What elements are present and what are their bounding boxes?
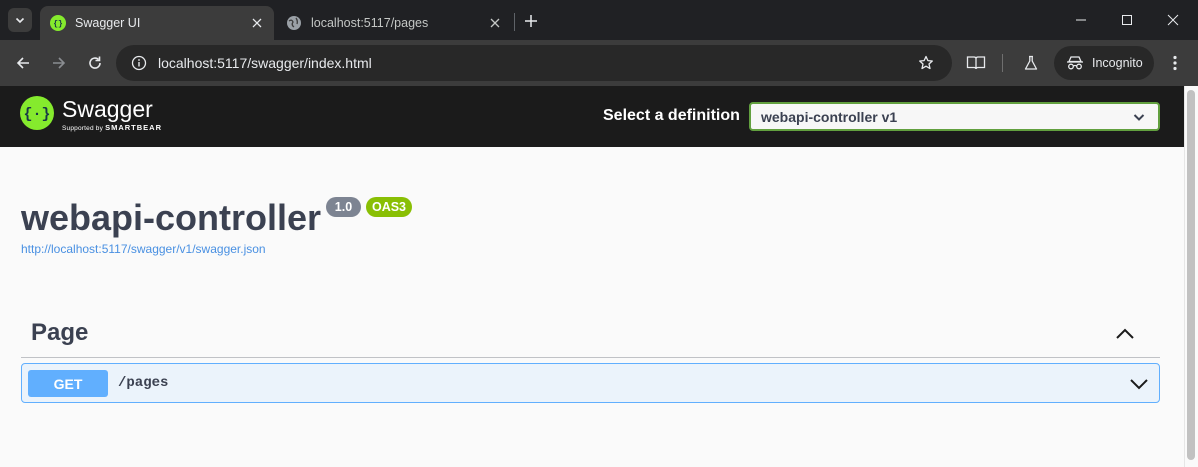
- section-header-page[interactable]: Page: [21, 315, 1160, 358]
- book-icon: [966, 56, 986, 70]
- operation-get-pages[interactable]: GET /pages: [21, 363, 1160, 403]
- tab-close-icon[interactable]: [248, 14, 266, 32]
- maximize-icon: [1122, 15, 1132, 25]
- tab-search-button[interactable]: [8, 8, 32, 32]
- tab-separator: [514, 13, 515, 31]
- chevron-down-icon[interactable]: [1129, 374, 1149, 394]
- chevron-up-icon[interactable]: [1114, 323, 1136, 345]
- swagger-brand-name: Swagger: [62, 96, 153, 122]
- forward-button[interactable]: [45, 49, 73, 77]
- globe-icon: [286, 15, 302, 31]
- swagger-brand-tagline: Supported by SMARTBEAR: [62, 123, 162, 132]
- site-info-icon[interactable]: [128, 52, 150, 74]
- tagline-prefix: Supported by: [62, 125, 104, 132]
- chevron-down-icon: [15, 17, 25, 24]
- swagger-logo[interactable]: {·} Swagger Supported by SMARTBEAR: [20, 96, 162, 132]
- labs-button[interactable]: [1017, 49, 1045, 77]
- definition-label: Select a definition: [603, 107, 740, 124]
- section-title: Page: [31, 319, 89, 346]
- svg-text:{·}: {·}: [23, 106, 50, 123]
- tab-strip: {} Swagger UI localhost:5117/pages: [0, 0, 1198, 40]
- close-icon: [1167, 14, 1179, 26]
- page-viewport: {·} Swagger Supported by SMARTBEAR Selec…: [0, 86, 1198, 467]
- flask-icon: [1024, 55, 1038, 70]
- tagline-company: SMARTBEAR: [105, 123, 163, 132]
- tab-localhost-pages[interactable]: localhost:5117/pages: [276, 6, 512, 40]
- incognito-icon: [1066, 55, 1084, 71]
- url-text: localhost:5117/swagger/index.html: [158, 55, 372, 71]
- scrollbar-thumb[interactable]: [1187, 90, 1195, 460]
- oas-badge: OAS3: [366, 197, 412, 217]
- bookmark-star-icon[interactable]: [916, 53, 936, 73]
- plus-icon: [525, 15, 537, 27]
- reading-mode-button[interactable]: [962, 49, 990, 77]
- minimize-button[interactable]: [1058, 0, 1104, 40]
- reload-icon: [89, 56, 101, 69]
- reload-button[interactable]: [81, 49, 109, 77]
- tab-title: Swagger UI: [75, 16, 141, 30]
- arrow-left-icon: [16, 57, 29, 69]
- close-window-button[interactable]: [1150, 0, 1196, 40]
- operation-path: /pages: [118, 375, 169, 391]
- kebab-menu-icon: [1173, 55, 1177, 71]
- maximize-button[interactable]: [1104, 0, 1150, 40]
- incognito-button[interactable]: Incognito: [1054, 46, 1154, 80]
- swagger-topbar: {·} Swagger Supported by SMARTBEAR Selec…: [0, 86, 1184, 147]
- incognito-label: Incognito: [1092, 56, 1143, 70]
- browser-toolbar: localhost:5117/swagger/index.html Incogn…: [0, 40, 1198, 86]
- page-scrollbar[interactable]: [1184, 86, 1198, 467]
- definition-selected-value: webapi-controller v1: [761, 108, 898, 125]
- arrow-right-icon: [53, 57, 66, 69]
- http-method-badge: GET: [28, 370, 108, 397]
- version-badge: 1.0: [326, 197, 361, 217]
- swagger-favicon-icon: {}: [50, 15, 66, 31]
- svg-text:{}: {}: [53, 20, 63, 29]
- spec-url-link[interactable]: http://localhost:5117/swagger/v1/swagger…: [21, 242, 266, 256]
- tab-title: localhost:5117/pages: [311, 16, 429, 30]
- definition-select[interactable]: webapi-controller v1: [749, 102, 1160, 131]
- tab-close-icon[interactable]: [486, 14, 504, 32]
- chevron-down-icon: [1133, 114, 1145, 121]
- browser-menu-button[interactable]: [1161, 49, 1189, 77]
- tab-swagger-ui[interactable]: {} Swagger UI: [40, 6, 274, 40]
- minimize-icon: [1076, 19, 1086, 21]
- swagger-logo-icon: {·}: [20, 96, 54, 130]
- address-bar[interactable]: localhost:5117/swagger/index.html: [116, 45, 952, 81]
- toolbar-divider: [1002, 54, 1003, 72]
- back-button[interactable]: [9, 49, 37, 77]
- api-title: webapi-controller: [21, 197, 322, 238]
- new-tab-button[interactable]: [520, 10, 542, 32]
